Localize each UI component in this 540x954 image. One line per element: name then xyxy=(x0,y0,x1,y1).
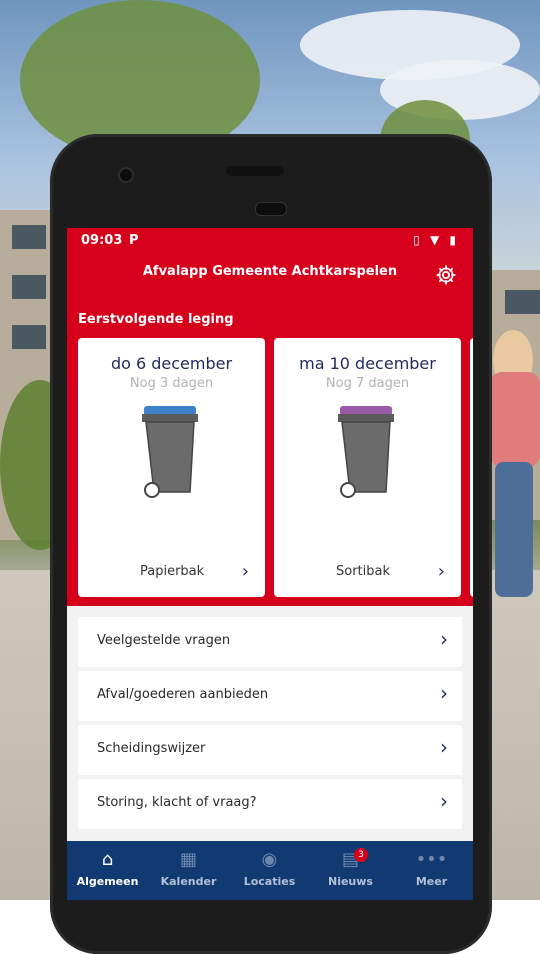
status-bar: 09:03 P ▯ ▼ ▮ xyxy=(81,233,459,251)
tab-label: Nieuws xyxy=(328,875,373,888)
collection-card-next[interactable] xyxy=(470,338,473,597)
collection-days-left: Nog 7 dagen xyxy=(325,376,410,391)
calendar-icon: ▦ xyxy=(179,849,197,870)
news-icon: ▤ xyxy=(341,849,359,870)
menu-item-label: Veelgestelde vragen xyxy=(97,633,231,648)
collection-days-left: Nog 3 dagen xyxy=(129,376,214,391)
wifi-icon: ▼ xyxy=(429,233,443,247)
menu-item-label: Scheidingswijzer xyxy=(97,741,206,756)
tab-label: Meer xyxy=(415,875,448,888)
chevron-right-icon: › xyxy=(241,561,249,582)
bin-icon xyxy=(338,406,394,498)
app-screen: 09:03 P ▯ ▼ ▮ Afvalapp Gemeente Achtkars… xyxy=(67,228,473,900)
battery-icon: ▮ xyxy=(449,233,459,247)
chevron-right-icon: › xyxy=(440,681,448,705)
front-sensor xyxy=(255,202,287,216)
chevron-right-icon: › xyxy=(440,735,448,759)
chevron-right-icon: › xyxy=(437,561,445,582)
location-pin-icon: ◉ xyxy=(261,849,278,870)
bin-name: Sortibak xyxy=(336,564,391,579)
menu-item-complaint[interactable]: Storing, klacht of vraag? › xyxy=(78,779,462,829)
tab-label: Locaties xyxy=(243,875,296,888)
bin-icon xyxy=(142,406,198,498)
more-icon: ••• xyxy=(415,849,448,870)
tab-label: Algemeen xyxy=(76,875,139,888)
tab-algemeen[interactable]: ⌂ Algemeen xyxy=(67,841,148,900)
menu-item-sorting-guide[interactable]: Scheidingswijzer › xyxy=(78,725,462,775)
tab-label: Kalender xyxy=(160,875,217,888)
bin-name: Papierbak xyxy=(140,564,205,579)
system-icons: ▯ ▼ ▮ xyxy=(413,233,459,247)
chevron-right-icon: › xyxy=(440,627,448,651)
collection-date: ma 10 december xyxy=(299,354,436,373)
notification-badge: 3 xyxy=(354,848,368,862)
tab-meer[interactable]: ••• Meer xyxy=(391,841,472,900)
section-heading: Eerstvolgende leging xyxy=(78,312,234,327)
collection-card-papierbak[interactable]: do 6 december Nog 3 dagen Papierbak › xyxy=(78,338,265,597)
bottom-navigation: ⌂ Algemeen ▦ Kalender ◉ Locaties ▤ 3 Nie… xyxy=(67,841,473,900)
home-icon: ⌂ xyxy=(101,849,114,870)
tab-kalender[interactable]: ▦ Kalender xyxy=(148,841,229,900)
menu-list: Veelgestelde vragen › Afval/goederen aan… xyxy=(78,617,462,833)
gear-icon[interactable] xyxy=(435,264,457,286)
menu-item-label: Storing, klacht of vraag? xyxy=(97,795,257,810)
collection-card-sortibak[interactable]: ma 10 december Nog 7 dagen Sortibak › xyxy=(274,338,461,597)
tab-nieuws[interactable]: ▤ 3 Nieuws xyxy=(310,841,391,900)
menu-item-faq[interactable]: Veelgestelde vragen › xyxy=(78,617,462,667)
status-time: 09:03 xyxy=(81,233,123,248)
menu-item-label: Afval/goederen aanbieden xyxy=(97,687,269,702)
app-title: Afvalapp Gemeente Achtkarspelen xyxy=(142,264,398,279)
earpiece xyxy=(226,166,284,176)
camera-dot xyxy=(118,167,134,183)
collection-date: do 6 december xyxy=(110,354,233,373)
menu-item-offer-waste[interactable]: Afval/goederen aanbieden › xyxy=(78,671,462,721)
vibrate-icon: ▯ xyxy=(413,233,423,247)
app-notification-icon: P xyxy=(129,233,139,248)
chevron-right-icon: › xyxy=(440,789,448,813)
tab-locaties[interactable]: ◉ Locaties xyxy=(229,841,310,900)
